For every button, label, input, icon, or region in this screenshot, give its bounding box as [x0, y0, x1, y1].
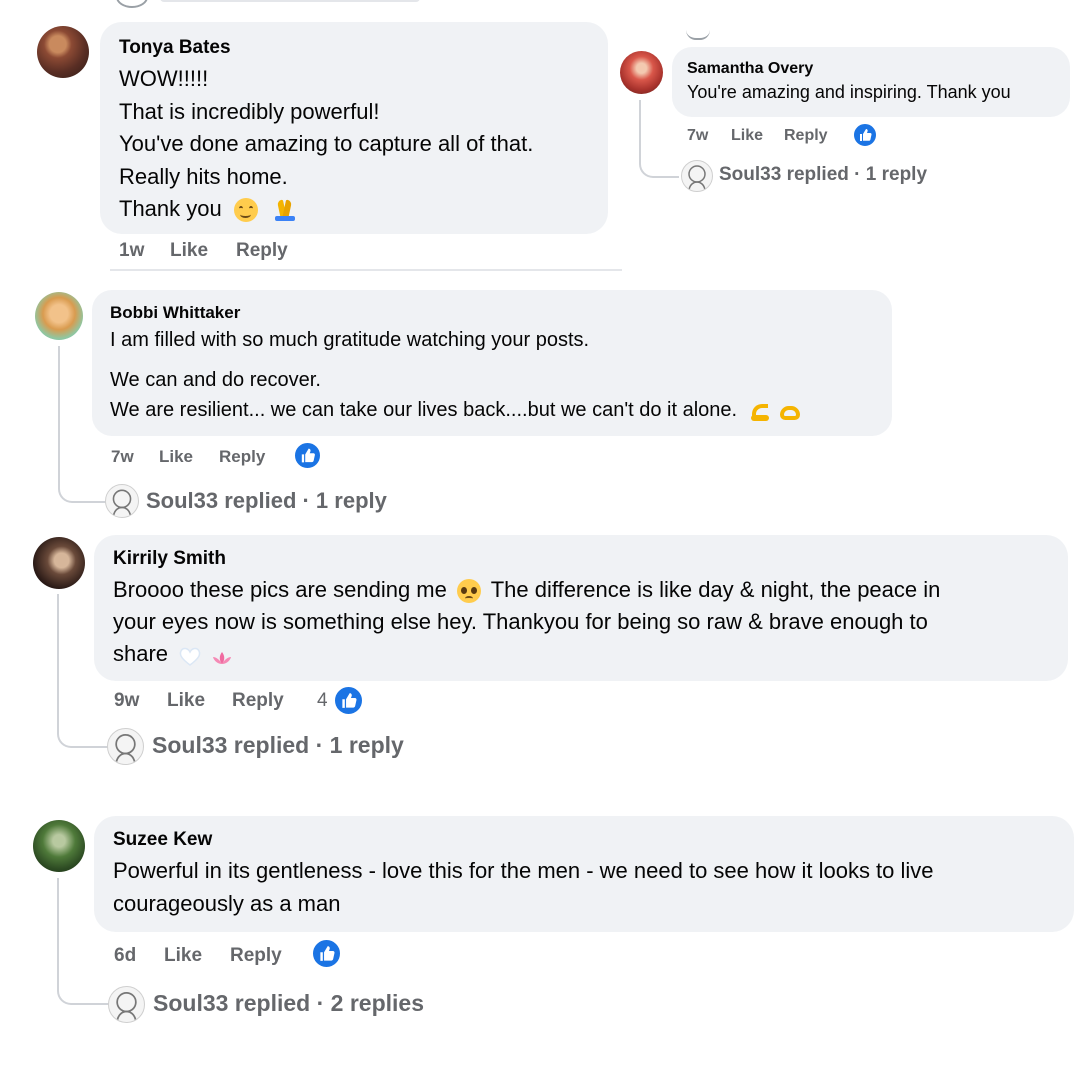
- comment-text-line: That is incredibly powerful!: [119, 98, 380, 124]
- comment-text-line: We are resilient... we can take our live…: [110, 395, 892, 425]
- reply-button[interactable]: Reply: [784, 127, 828, 145]
- like-button[interactable]: Like: [159, 447, 193, 467]
- commenter-name[interactable]: Tonya Bates: [119, 37, 608, 59]
- folded-hands-emoji-icon: [272, 198, 296, 222]
- comment-text: We are resilient... we can take our live…: [110, 399, 738, 421]
- comment-text-line: I am filled with so much gratitude watch…: [110, 329, 590, 351]
- soul33-avatar[interactable]: [681, 160, 713, 192]
- comment-text-line: We can and do recover.: [110, 369, 321, 391]
- soul33-avatar[interactable]: [107, 728, 144, 765]
- comment-text-line: share: [113, 638, 1068, 670]
- comment-timestamp[interactable]: 9w: [114, 690, 139, 712]
- reply-thread-line: [639, 100, 679, 178]
- like-button[interactable]: Like: [167, 690, 205, 712]
- white-heart-emoji-icon: [178, 644, 202, 667]
- replies-summary: Soul33 replied · 1 reply: [719, 164, 928, 185]
- comment-timestamp[interactable]: 6d: [114, 945, 136, 967]
- commenter-name[interactable]: Samantha Overy: [687, 59, 1070, 78]
- comment-text-line: Thank you: [119, 193, 608, 226]
- view-replies-link[interactable]: Soul33 replied · 2 replies: [153, 990, 453, 1018]
- comment-bubble-tonya: Tonya Bates WOW!!!!! That is incredibly …: [100, 22, 608, 234]
- comment-timestamp[interactable]: 1w: [119, 240, 144, 262]
- reply-button[interactable]: Reply: [230, 945, 282, 967]
- comment-text-line: You're amazing and inspiring. Thank you: [687, 82, 1011, 102]
- comment-bubble-kirrily: Kirrily Smith Broooo these pics are send…: [94, 535, 1068, 681]
- lotus-emoji-icon: [210, 645, 234, 665]
- comment-text-line: You've done amazing to capture all of th…: [119, 131, 534, 156]
- tonya-bates-avatar[interactable]: [37, 26, 89, 78]
- replies-summary: Soul33 replied · 1 reply: [146, 488, 387, 513]
- view-replies-link[interactable]: Soul33 replied · 1 reply: [719, 164, 949, 188]
- cropped-replied-text-remnant: [160, 0, 420, 2]
- commenter-name[interactable]: Bobbi Whittaker: [110, 303, 892, 323]
- reply-button[interactable]: Reply: [236, 240, 288, 262]
- comment-text-line: WOW!!!!!: [119, 66, 209, 91]
- comment-text-line: Powerful in its gentleness - love this f…: [113, 858, 934, 883]
- comment-text: Thank you: [119, 196, 222, 221]
- heart-hands-emoji-icon: [778, 400, 802, 422]
- kirrily-smith-avatar[interactable]: [33, 537, 85, 589]
- cropped-reply-remnant: [116, 0, 148, 8]
- comment-timestamp[interactable]: 7w: [111, 447, 134, 467]
- samantha-overy-avatar[interactable]: [620, 51, 663, 94]
- commenter-name[interactable]: Suzee Kew: [113, 829, 1074, 851]
- like-reaction-icon[interactable]: [311, 938, 342, 969]
- soul33-avatar[interactable]: [108, 986, 145, 1023]
- like-reaction-icon[interactable]: [852, 122, 878, 148]
- comment-timestamp[interactable]: 7w: [687, 127, 708, 145]
- commenter-name[interactable]: Kirrily Smith: [113, 548, 1068, 570]
- reaction-count[interactable]: 4: [317, 690, 328, 712]
- like-button[interactable]: Like: [731, 127, 763, 145]
- section-divider: [110, 269, 622, 271]
- comment-text: Broooo these pics are sending me: [113, 577, 447, 602]
- view-replies-link[interactable]: Soul33 replied · 1 reply: [152, 732, 432, 760]
- comment-text: share: [113, 641, 169, 666]
- comment-text-line: courageously as a man: [113, 890, 341, 916]
- like-reaction-icon[interactable]: [293, 441, 322, 470]
- like-button[interactable]: Like: [170, 240, 208, 262]
- comment-text-line: Broooo these pics are sending me The dif…: [113, 574, 1068, 606]
- comment-text-line: Really hits home.: [119, 163, 288, 189]
- bobbi-whittaker-avatar[interactable]: [35, 292, 83, 340]
- comment-bubble-samantha: Samantha Overy You're amazing and inspir…: [672, 47, 1070, 117]
- soul33-avatar[interactable]: [105, 484, 139, 518]
- view-replies-link[interactable]: Soul33 replied · 1 reply: [146, 488, 406, 514]
- smiling-face-emoji-icon: [233, 198, 258, 223]
- flexed-biceps-emoji-icon: [749, 400, 771, 422]
- like-reaction-icon[interactable]: [333, 685, 364, 716]
- pleading-face-emoji-icon: [457, 579, 481, 604]
- comment-bubble-bobbi: Bobbi Whittaker I am filled with so much…: [92, 290, 892, 436]
- cropped-reply-remnant: [686, 30, 710, 40]
- reply-button[interactable]: Reply: [232, 690, 284, 712]
- suzee-kew-avatar[interactable]: [33, 820, 85, 872]
- comment-text-line: your eyes now is something else hey. Tha…: [113, 609, 928, 634]
- reply-button[interactable]: Reply: [219, 447, 265, 467]
- replies-summary: Soul33 replied · 1 reply: [152, 732, 404, 758]
- like-button[interactable]: Like: [164, 945, 202, 967]
- replies-summary: Soul33 replied · 2 replies: [153, 990, 424, 1016]
- comment-bubble-suzee: Suzee Kew Powerful in its gentleness - l…: [94, 816, 1074, 932]
- comment-text: The difference is like day & night, the …: [490, 577, 941, 602]
